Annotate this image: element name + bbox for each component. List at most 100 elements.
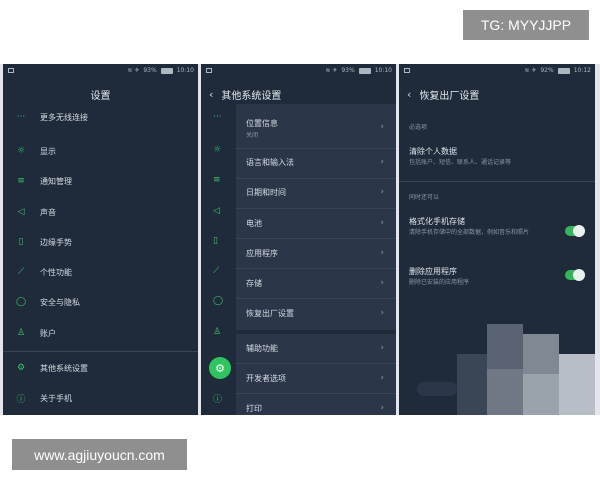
format-storage-toggle[interactable] bbox=[565, 225, 585, 237]
menu-item-storage[interactable]: 存储 › bbox=[236, 278, 396, 292]
notification-icon bbox=[8, 68, 14, 73]
menu-item-label: 语言和输入法 bbox=[246, 158, 294, 167]
account-icon[interactable]: ♙ bbox=[213, 327, 221, 337]
menu-item-battery[interactable]: 电池 › bbox=[236, 218, 396, 232]
shield-icon: ◯ bbox=[15, 297, 27, 307]
category-strip: ··· ☼ ≡ ◁ ▯ ⟋ ◯ ♙ ⚙ ⓘ bbox=[201, 104, 236, 415]
settings-item-label: 个性功能 bbox=[40, 267, 72, 277]
delete-apps-toggle[interactable] bbox=[565, 269, 585, 281]
clock: 10:10 bbox=[176, 67, 194, 74]
menu-item-language[interactable]: 语言和输入法 › bbox=[236, 157, 396, 171]
menu-item-label: 位置信息 bbox=[246, 119, 278, 128]
screenshot-strip: ≋ ✈ 93% 10:10 设置 ··· 更多无线连接 ☼ 显示 ≡ 通知管理 … bbox=[0, 64, 600, 415]
battery-percent: 93% bbox=[143, 67, 157, 74]
status-bar: ≋ ✈ 93% 10:10 bbox=[201, 64, 396, 78]
pixelated-blur-patch bbox=[417, 324, 595, 415]
menu-item-location[interactable]: 位置信息 关闭 › bbox=[236, 118, 396, 144]
edge-gesture-icon[interactable]: ▯ bbox=[213, 236, 218, 246]
settings-item-security[interactable]: ◯ 安全与隐私 bbox=[3, 295, 198, 309]
settings-item-label: 关于手机 bbox=[40, 393, 72, 403]
chevron-right-icon: › bbox=[380, 403, 384, 413]
menu-item-label: 恢复出厂设置 bbox=[246, 309, 294, 318]
divider bbox=[236, 268, 396, 269]
divider bbox=[236, 393, 396, 394]
menu-item-apps[interactable]: 应用程序 › bbox=[236, 248, 396, 262]
section-header-required: 必选项 bbox=[409, 124, 428, 131]
battery-percent: 93% bbox=[341, 67, 355, 74]
gear-icon: ⚙ bbox=[16, 363, 26, 373]
info-icon[interactable]: ⓘ bbox=[213, 392, 222, 405]
menu-item-label: 电池 bbox=[246, 219, 262, 228]
signal-icon: ≋ ✈ bbox=[325, 67, 338, 74]
menu-item-developer[interactable]: 开发者选项 › bbox=[236, 373, 396, 387]
section-gap bbox=[236, 330, 396, 334]
notification-list-icon[interactable]: ≡ bbox=[213, 175, 221, 185]
display-icon[interactable]: ☼ bbox=[213, 145, 221, 155]
divider bbox=[236, 208, 396, 209]
watermark-bottom: www.agjiuyoucn.com bbox=[12, 439, 187, 470]
menu-item-print[interactable]: 打印 › bbox=[236, 403, 396, 415]
chevron-right-icon: › bbox=[380, 373, 384, 383]
menu-item-label: 应用程序 bbox=[246, 249, 278, 258]
back-arrow-icon[interactable]: ‹ bbox=[407, 88, 411, 101]
option-description: 删除已安装的应用程序 bbox=[409, 279, 470, 286]
status-bar: ≋ ✈ 93% 10:10 bbox=[3, 64, 198, 78]
option-title: 删除应用程序 bbox=[409, 267, 457, 276]
settings-item-sound[interactable]: ◁ 声音 bbox=[3, 205, 198, 219]
notification-list-icon: ≡ bbox=[17, 176, 25, 186]
page-title: 其他系统设置 bbox=[221, 90, 282, 102]
personal-icon: ⟋ bbox=[17, 267, 25, 277]
menu-item-label: 存储 bbox=[246, 279, 262, 288]
option-title: 清除个人数据 bbox=[409, 147, 457, 156]
settings-item-label: 边缘手势 bbox=[40, 237, 72, 247]
title-bar: ‹ 其他系统设置 bbox=[201, 82, 396, 106]
page-title: 恢复出厂设置 bbox=[419, 90, 480, 102]
more-icon[interactable]: ··· bbox=[213, 112, 222, 122]
settings-item-label: 其他系统设置 bbox=[40, 363, 88, 373]
menu-item-label: 开发者选项 bbox=[246, 374, 286, 383]
title-bar: ‹ 恢复出厂设置 bbox=[399, 82, 595, 106]
chevron-right-icon: › bbox=[380, 343, 384, 353]
divider bbox=[236, 178, 396, 179]
section-header-optional: 同时还可以 bbox=[409, 194, 440, 201]
divider bbox=[236, 298, 396, 299]
settings-item-label: 更多无线连接 bbox=[40, 112, 88, 122]
settings-item-notifications[interactable]: ≡ 通知管理 bbox=[3, 174, 198, 188]
settings-item-other-system[interactable]: ⚙ 其他系统设置 bbox=[3, 361, 198, 375]
back-arrow-icon[interactable]: ‹ bbox=[209, 88, 213, 101]
settings-item-display[interactable]: ☼ 显示 bbox=[3, 144, 198, 158]
edge-gesture-icon: ▯ bbox=[18, 237, 24, 247]
shield-icon[interactable]: ◯ bbox=[213, 296, 223, 306]
sound-icon[interactable]: ◁ bbox=[213, 206, 220, 216]
battery-icon bbox=[358, 67, 371, 74]
settings-item-account[interactable]: ♙ 账户 bbox=[3, 326, 198, 340]
gear-icon[interactable]: ⚙ bbox=[209, 357, 231, 379]
settings-item-edge-gesture[interactable]: ▯ 边缘手势 bbox=[3, 235, 198, 249]
battery-percent: 92% bbox=[540, 67, 554, 74]
status-bar: ≋ ✈ 92% 10:12 bbox=[399, 64, 595, 78]
more-icon: ··· bbox=[16, 112, 26, 122]
menu-item-sublabel: 关闭 bbox=[246, 132, 259, 139]
menu-item-accessibility[interactable]: 辅助功能 › bbox=[236, 343, 396, 357]
settings-item-more-wireless[interactable]: ··· 更多无线连接 bbox=[3, 110, 198, 124]
account-icon: ♙ bbox=[16, 328, 26, 338]
menu-item-label: 辅助功能 bbox=[246, 344, 278, 353]
divider bbox=[399, 181, 595, 182]
settings-item-label: 安全与隐私 bbox=[40, 297, 80, 307]
chevron-right-icon: › bbox=[380, 308, 384, 318]
display-icon: ☼ bbox=[16, 146, 26, 156]
settings-item-label: 显示 bbox=[40, 146, 56, 156]
settings-item-label: 声音 bbox=[40, 207, 56, 217]
settings-item-personal[interactable]: ⟋ 个性功能 bbox=[3, 265, 198, 279]
settings-item-about[interactable]: ⓘ 关于手机 bbox=[3, 391, 198, 405]
personal-icon[interactable]: ⟋ bbox=[213, 266, 219, 276]
chevron-right-icon: › bbox=[380, 248, 384, 258]
menu-item-date-time[interactable]: 日期和时间 › bbox=[236, 187, 396, 201]
page-title: 设置 bbox=[90, 90, 111, 102]
divider bbox=[3, 351, 198, 352]
notification-icon bbox=[206, 68, 212, 73]
clock: 10:10 bbox=[374, 67, 392, 74]
menu-item-factory-reset[interactable]: 恢复出厂设置 › bbox=[236, 308, 396, 322]
sound-icon: ◁ bbox=[17, 207, 25, 217]
clock: 10:12 bbox=[573, 67, 591, 74]
